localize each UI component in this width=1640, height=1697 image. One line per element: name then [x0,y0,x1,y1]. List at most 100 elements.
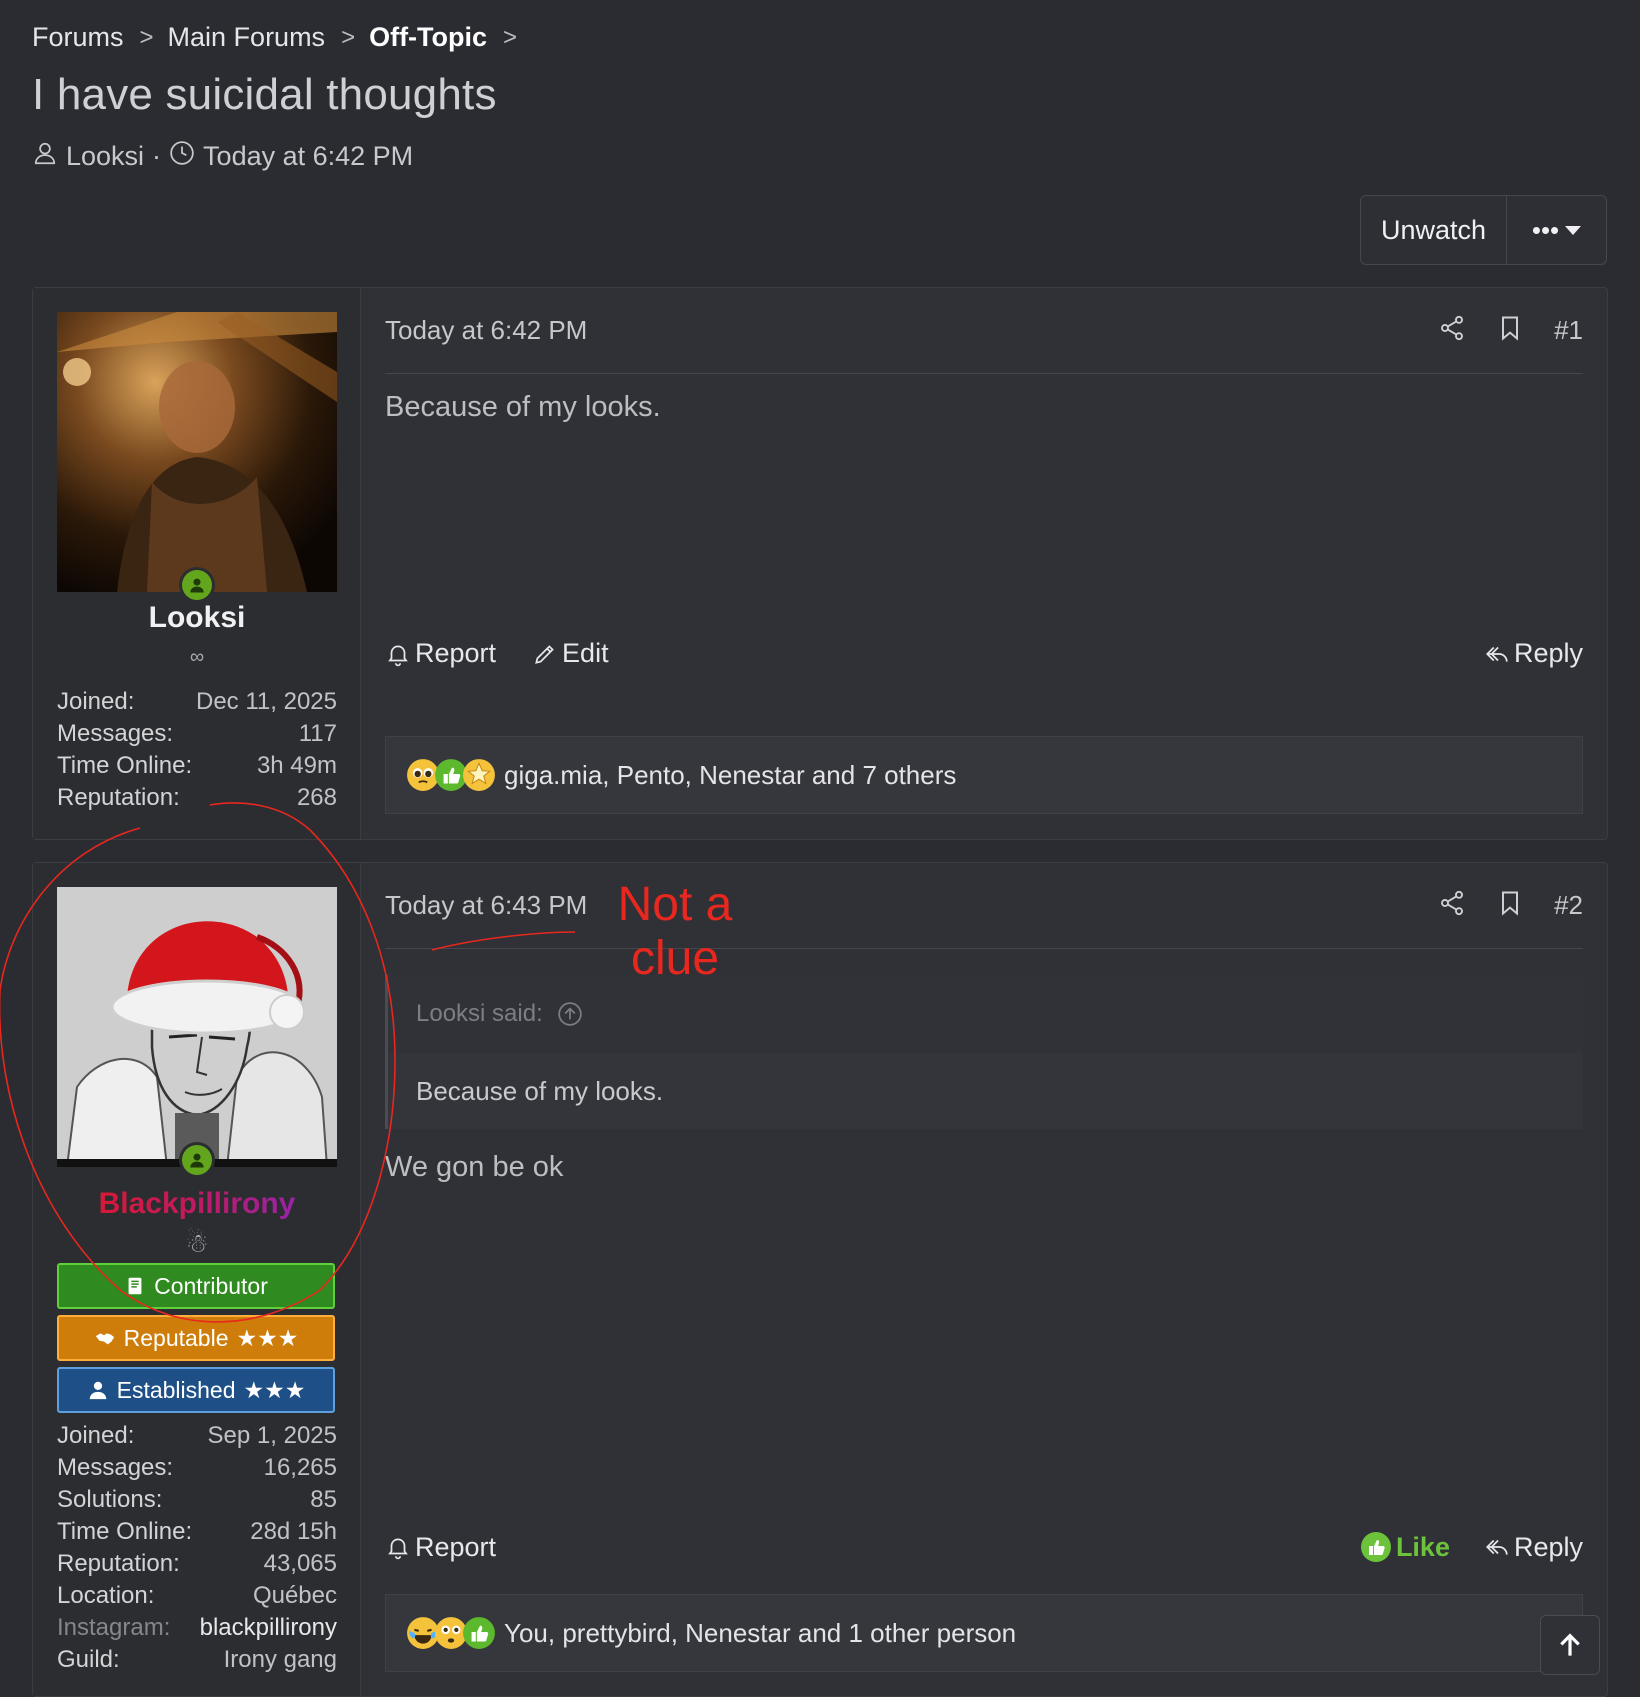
thread-author-link[interactable]: Looksi [66,141,144,172]
pencil-icon [535,644,554,664]
page-title: I have suicidal thoughts [32,70,497,119]
thread-meta: Looksi · Today at 6:42 PM [32,140,413,173]
book-icon [128,1277,142,1295]
username-blackpillirony[interactable]: Blackpillirony [33,1187,361,1221]
report-label: Report [415,638,497,668]
avatar-wrap [57,887,337,1178]
reaction-emojis [406,758,495,792]
stat-row: Messages: 16,265 [57,1454,337,1481]
username-looksi[interactable]: Looksi [33,601,361,635]
post-actions: Report Like Reply [385,1531,1583,1563]
post-tools: #2 [1438,889,1583,922]
ellipsis-icon: ••• [1531,214,1560,245]
like-label: Like [1395,1531,1450,1562]
post-tools: #1 [1438,314,1583,347]
caret-down-icon [1565,225,1582,235]
post-user-info: Looksi ∞ Joined: Dec 11, 2025 Messages: 11… [33,288,361,839]
user-stats: Joined: Sep 1, 2025 Messages: 16,265 Solut… [57,1420,337,1676]
reply-icon [1485,646,1508,662]
stat-row: Reputation: 43,065 [57,1550,337,1577]
reply-label: Reply [1513,638,1583,668]
instagram-link[interactable]: blackpillirony [200,1614,337,1642]
quote-body: Because of my looks. [416,1075,664,1106]
stat-row: Reputation: 268 [57,784,337,811]
banner-contributor: Contributor [57,1263,335,1309]
user-online-icon [190,1153,204,1168]
edit-button[interactable]: Edit [532,638,609,669]
user-icon [32,140,66,173]
thumbs-up-icon [1360,1532,1391,1562]
bookmark-icon[interactable] [1496,314,1524,347]
post-actions-right: Reply [1484,638,1583,669]
stat-row: Location: Québec [57,1582,337,1609]
avatar-looksi[interactable] [57,312,337,592]
post-date-link[interactable]: Today at 6:43 PM [385,890,587,921]
reply-button[interactable]: Reply [1484,1532,1583,1563]
breadcrumb-separator: > [341,23,356,51]
arrow-up-icon [1560,1633,1580,1656]
banner-label: Established [116,1376,236,1403]
like-button[interactable]: Like [1360,1531,1450,1563]
meta-separator: · [152,141,162,171]
annotation-text: Not a clue [617,878,733,985]
post-body: We gon be ok [385,1151,564,1183]
unwatch-button[interactable]: Unwatch [1361,196,1507,264]
stat-row: Joined: Sep 1, 2025 [57,1422,337,1449]
breadcrumb-separator: > [503,23,518,51]
thread-date-link[interactable]: Today at 6:42 PM [203,141,413,172]
breadcrumb-off-topic[interactable]: Off-Topic [369,22,487,53]
report-button[interactable]: Report [385,1532,496,1563]
breadcrumb: Forums > Main Forums > Off-Topic > [32,22,531,53]
star-struck-icon [463,759,495,791]
banner-reputable: Reputable ★★★ [57,1315,335,1361]
avatar-blackpillirony[interactable] [57,887,337,1167]
reply-button[interactable]: Reply [1484,638,1583,669]
edit-label: Edit [562,638,609,668]
post-main: Today at 6:43 PM #2 Looksi said: Because… [361,863,1607,1696]
banner-stars: ★★★ [236,1324,299,1351]
reactions-bar[interactable]: You, prettybird, Nenestar and 1 other pe… [385,1594,1583,1672]
post-main: Today at 6:42 PM #1 Because of my looks.… [361,288,1607,839]
breadcrumb-separator: > [139,23,154,51]
stat-row: Messages: 117 [57,720,337,747]
post-header: Today at 6:42 PM #1 [385,288,1583,374]
online-status-badge [179,1142,215,1178]
post-header: Today at 6:43 PM #2 [385,863,1583,949]
quote-block: Looksi said: Because of my looks. [385,975,1583,1129]
breadcrumb-forums[interactable]: Forums [32,22,124,53]
bookmark-icon[interactable] [1496,889,1524,922]
thread-actions: Unwatch ••• [1360,195,1607,265]
post-body: Because of my looks. [385,391,661,423]
post-1: Looksi ∞ Joined: Dec 11, 2025 Messages: 11… [32,287,1608,840]
stat-row: Solutions: 85 [57,1486,337,1513]
post-date-link[interactable]: Today at 6:42 PM [385,315,587,346]
stat-row: Guild: Irony gang [57,1646,337,1673]
user-stats: Joined: Dec 11, 2025 Messages: 117 Time On… [57,686,337,814]
person-icon [89,1381,106,1400]
report-label: Report [415,1531,497,1562]
stat-row: Time Online: 3h 49m [57,752,337,779]
post-number-link[interactable]: #1 [1554,315,1583,346]
banner-stars: ★★★ [243,1376,306,1403]
report-button[interactable]: Report [385,638,496,669]
reactions-bar[interactable]: giga.mia, Pento, Nenestar and 7 others [385,736,1583,814]
share-icon[interactable] [1438,314,1466,347]
snowman-icon: ☃ [185,1228,209,1258]
more-options-button[interactable]: ••• [1507,196,1606,264]
reactions-text: You, prettybird, Nenestar and 1 other pe… [504,1617,1017,1648]
arrow-up-circle-icon [558,1002,582,1026]
post-2: Blackpillirony ☃ Contributor Reputable ★… [32,862,1608,1697]
reactions-text: giga.mia, Pento, Nenestar and 7 others [504,759,957,790]
post-actions: Report Edit Reply [385,638,1583,669]
share-icon[interactable] [1438,889,1466,922]
bell-icon [388,1538,408,1560]
handshake-icon [95,1333,114,1345]
breadcrumb-main-forums[interactable]: Main Forums [168,22,326,53]
post-number-link[interactable]: #2 [1554,890,1583,921]
post-actions-right: Like Reply [1360,1531,1583,1563]
quote-header[interactable]: Looksi said: [388,975,1583,1053]
post-user-info: Blackpillirony ☃ Contributor Reputable ★… [33,863,361,1696]
banner-label: Contributor [154,1272,268,1299]
scroll-to-top-button[interactable] [1540,1615,1600,1675]
clock-icon [169,140,203,173]
